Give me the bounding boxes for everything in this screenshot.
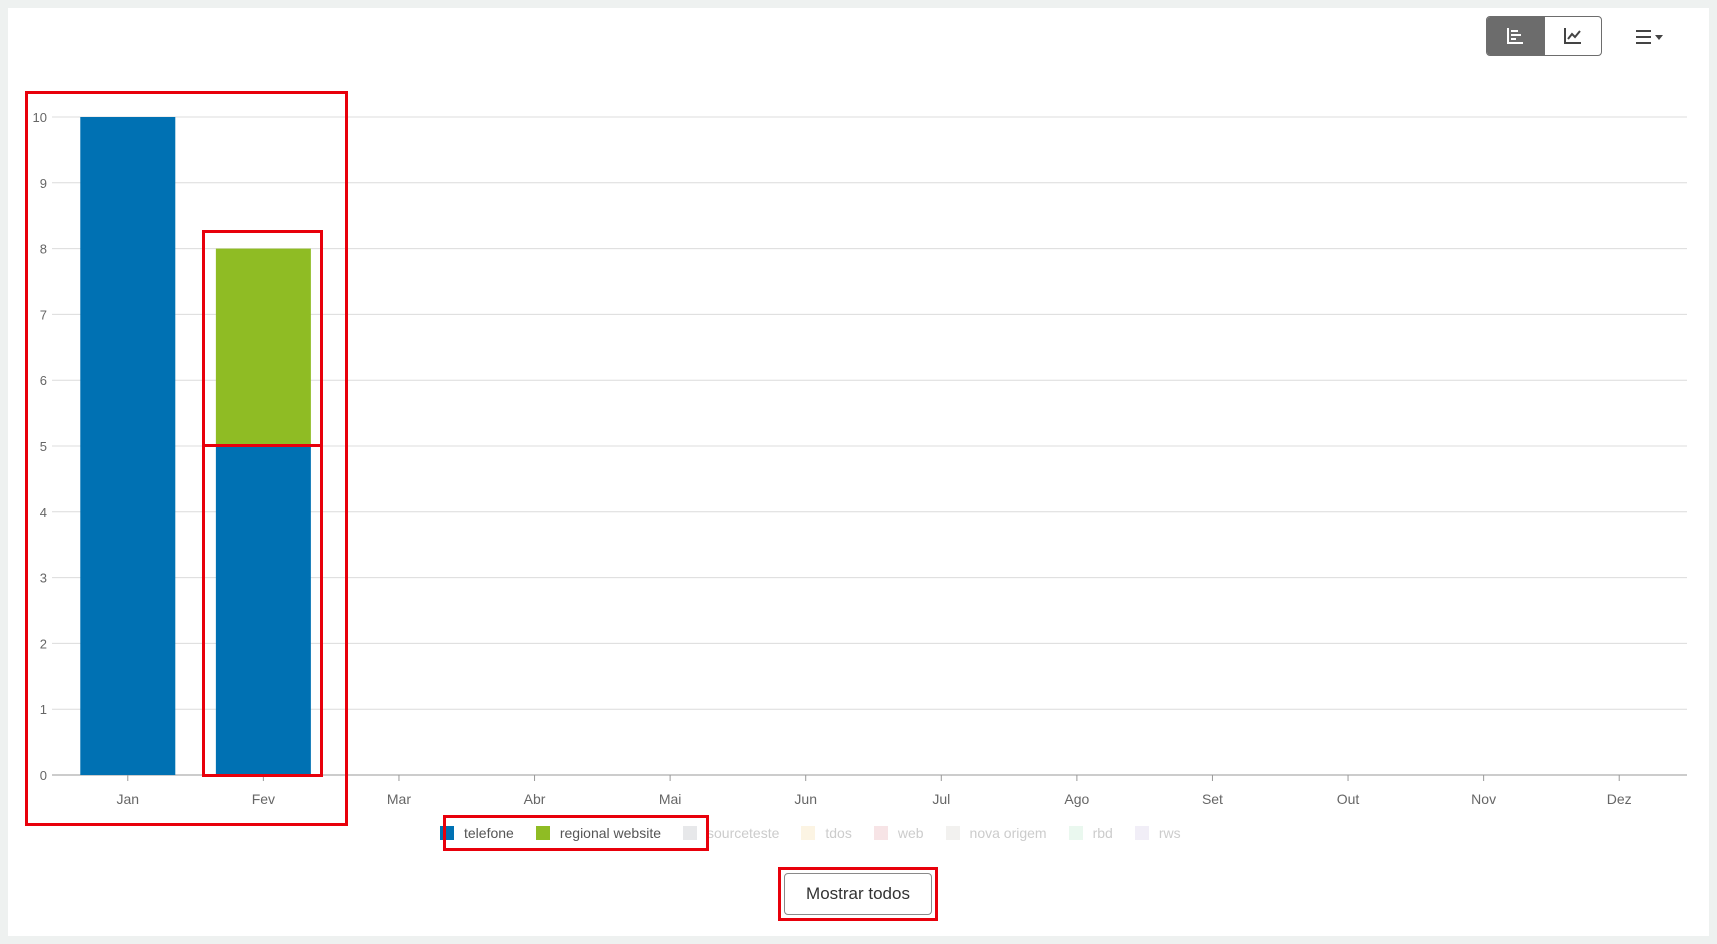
- y-tick-label: 5: [40, 439, 47, 454]
- x-tick-label: Dez: [1607, 791, 1632, 807]
- legend-item-rbd[interactable]: rbd: [1068, 825, 1113, 841]
- y-axis-labels: 0 1 2 3 4 5 6 7 8 9 10: [33, 110, 47, 783]
- x-tick-label: Abr: [524, 791, 546, 807]
- legend-label: rws: [1158, 825, 1181, 841]
- legend-label: nova origem: [969, 825, 1047, 841]
- legend-swatch: [440, 826, 454, 840]
- y-tick-label: 4: [40, 505, 47, 520]
- legend-label: tdos: [825, 825, 852, 841]
- legend-swatch: [873, 826, 888, 840]
- legend-label: telefone: [464, 825, 514, 841]
- legend-swatch: [1068, 826, 1083, 840]
- x-tick-label: Jun: [794, 791, 817, 807]
- legend-label: sourceteste: [707, 825, 780, 841]
- y-tick-label: 6: [40, 373, 47, 388]
- x-tick-label: Jul: [932, 791, 950, 807]
- legend-item-rws[interactable]: rws: [1134, 825, 1181, 841]
- legend-label: rbd: [1092, 825, 1113, 841]
- y-tick-label: 7: [40, 307, 47, 322]
- legend-swatch: [535, 826, 550, 840]
- x-tick-label: Mar: [387, 791, 411, 807]
- legend-swatch: [683, 826, 697, 840]
- x-tick-label: Mai: [659, 791, 682, 807]
- bar-regional-website-fev[interactable]: [215, 248, 311, 446]
- legend-swatch: [1134, 826, 1149, 840]
- x-tick-label: Set: [1202, 791, 1223, 807]
- bar-telefone-fev[interactable]: [215, 446, 311, 775]
- x-tick-label: Out: [1337, 791, 1360, 807]
- chart-plot-area: 0 1 2 3 4 5 6 7 8 9 10 Jan Fev Mar Abr Mai Jun Jul Ago Set…: [33, 110, 1687, 807]
- x-axis: Jan Fev Mar Abr Mai Jun Jul Ago Set Out Nov Dez: [117, 775, 1632, 807]
- legend-item-nova-origem[interactable]: nova origem: [945, 825, 1047, 841]
- legend-item-sourceteste[interactable]: sourceteste: [683, 825, 779, 841]
- legend-swatch: [945, 826, 960, 840]
- y-tick-label: 9: [40, 176, 47, 191]
- show-all-button[interactable]: Mostrar todos: [784, 873, 932, 915]
- y-tick-label: 0: [40, 768, 47, 783]
- x-tick-label: Jan: [117, 791, 140, 807]
- y-tick-label: 1: [40, 702, 47, 717]
- legend-item-web[interactable]: web: [873, 825, 924, 841]
- y-tick-label: 10: [33, 110, 47, 125]
- x-tick-label: Nov: [1471, 791, 1496, 807]
- x-tick-label: Ago: [1064, 791, 1089, 807]
- legend-label: regional website: [559, 825, 661, 841]
- bar-telefone-jan[interactable]: [80, 117, 176, 775]
- y-tick-label: 2: [40, 636, 47, 651]
- y-tick-label: 3: [40, 571, 47, 586]
- legend-item-regional-website[interactable]: regional website: [535, 825, 661, 841]
- legend-label: web: [897, 825, 924, 841]
- chart-legend: telefone regional website sourceteste tdos w…: [440, 816, 1203, 850]
- y-tick-label: 8: [40, 242, 47, 257]
- legend-item-tdos[interactable]: tdos: [801, 825, 852, 841]
- x-tick-label: Fev: [252, 791, 275, 807]
- legend-swatch: [801, 826, 816, 840]
- legend-item-telefone[interactable]: telefone: [440, 825, 514, 841]
